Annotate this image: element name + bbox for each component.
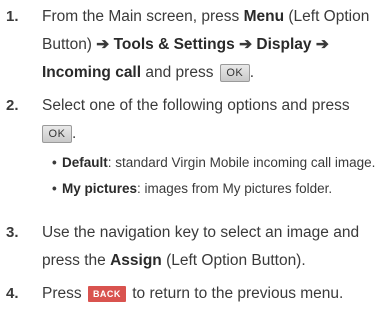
tools-settings-label: Tools & Settings	[113, 36, 235, 53]
option-desc: : standard Virgin Mobile incoming call i…	[107, 155, 376, 170]
step-number: 2.	[6, 97, 19, 114]
arrow-icon: ➔	[96, 36, 110, 53]
list-item: • Default: standard Virgin Mobile incomi…	[52, 150, 380, 176]
instructions-page: 1. From the Main screen, press Menu (Lef…	[0, 0, 384, 311]
step-number: 1.	[6, 8, 19, 25]
option-name: Default	[62, 155, 108, 170]
step-text: Press BACK to return to the previous men…	[42, 285, 344, 302]
step-number: 3.	[6, 224, 19, 241]
ok-button-icon: OK	[219, 63, 250, 82]
step-text: From the Main screen, press Menu (Left O…	[42, 8, 370, 82]
assign-label: Assign	[110, 252, 162, 269]
options-list: • Default: standard Virgin Mobile incomi…	[52, 150, 380, 202]
bullet-icon: •	[52, 181, 57, 196]
step-text: Use the navigation key to select an imag…	[42, 224, 360, 269]
bullet-icon: •	[52, 155, 57, 170]
step-number: 4.	[6, 285, 19, 302]
back-button-icon: BACK	[87, 285, 126, 302]
display-label: Display	[256, 36, 312, 53]
option-name: My pictures	[62, 181, 138, 196]
menu-label: Menu	[243, 8, 285, 25]
arrow-icon: ➔	[239, 36, 253, 53]
incoming-call-label: Incoming call	[42, 64, 142, 81]
ok-button-icon: OK	[42, 124, 72, 143]
list-item: • My pictures: images from My pictures f…	[52, 176, 380, 202]
arrow-icon: ➔	[315, 36, 329, 53]
option-desc: : images from My pictures folder.	[137, 181, 333, 196]
step-text: Select one of the following options and …	[42, 97, 350, 143]
